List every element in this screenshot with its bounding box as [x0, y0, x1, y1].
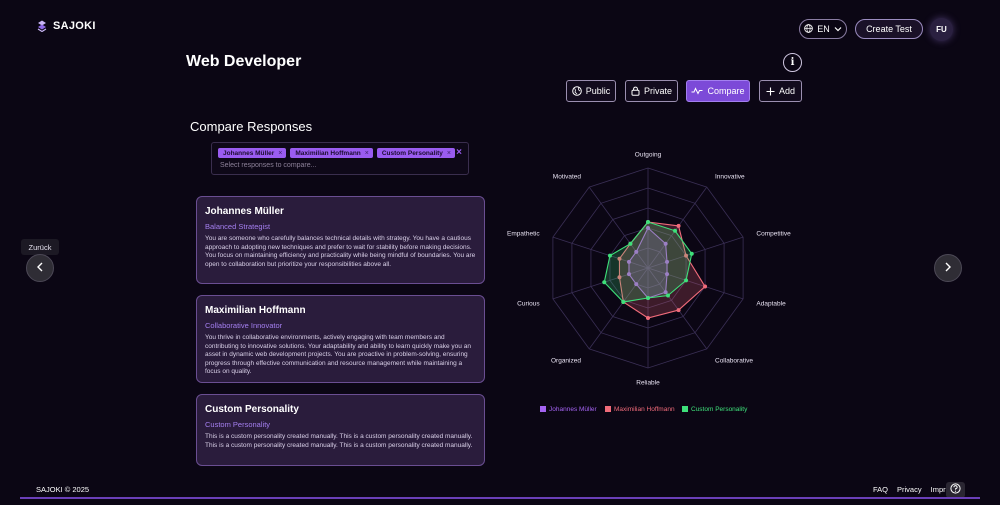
close-icon[interactable]: ×: [365, 150, 369, 157]
card-type: Collaborative Innovator: [205, 321, 283, 330]
chip[interactable]: Johannes Müller ×: [218, 148, 287, 158]
chip[interactable]: Maximilian Hoffmann ×: [290, 148, 373, 158]
radar-point: [676, 223, 681, 228]
compare-button[interactable]: Compare: [686, 80, 750, 102]
radar-point: [703, 284, 708, 289]
globe-icon: [571, 86, 582, 96]
legend-swatch: [682, 406, 688, 412]
radar-point: [684, 278, 689, 283]
response-card[interactable]: Maximilian Hoffmann Collaborative Innova…: [196, 295, 485, 383]
compare-multiselect[interactable]: Johannes Müller × Maximilian Hoffmann × Cu…: [211, 142, 469, 175]
legend-swatch: [540, 406, 546, 412]
radar-point: [607, 253, 612, 258]
lock-icon: [631, 86, 640, 96]
radar-point: [646, 296, 650, 300]
add-button[interactable]: Add: [759, 80, 802, 102]
page-title: Web Developer: [186, 53, 302, 70]
radar-axis-label: Motivated: [553, 173, 582, 180]
create-test-button[interactable]: Create Test: [855, 19, 923, 39]
chip-label: Custom Personality: [381, 149, 443, 157]
language-label: EN: [817, 24, 830, 34]
multiselect-placeholder: Select responses to compare...: [220, 162, 317, 169]
footer-link-faq[interactable]: FAQ: [873, 485, 888, 494]
card-name: Johannes Müller: [205, 206, 284, 217]
avatar[interactable]: FU: [930, 18, 953, 41]
radar-point: [676, 308, 681, 313]
card-description: You are someone who carefully balances t…: [205, 235, 476, 268]
chip[interactable]: Custom Personality ×: [376, 148, 455, 158]
footer-divider: [20, 497, 980, 499]
close-icon[interactable]: ×: [447, 150, 451, 157]
legend-swatch: [605, 406, 611, 412]
legend-label: Custom Personality: [691, 406, 748, 413]
chevron-down-icon: [834, 24, 842, 34]
radar-point: [646, 220, 650, 224]
radar-axis-label: Competitive: [756, 230, 791, 237]
footer-link-privacy[interactable]: Privacy: [897, 485, 922, 494]
card-description: This is a custom personality created man…: [205, 433, 473, 449]
radar-axis-label: Collaborative: [715, 358, 753, 365]
radar-point: [689, 251, 694, 256]
radar-point: [673, 228, 678, 233]
chevron-left-icon: [36, 259, 44, 277]
app-root: SAJOKI EN Create Test FU Web Developer i…: [0, 0, 1000, 505]
card-type: Custom Personality: [205, 420, 271, 429]
radar-axis-label: Organized: [551, 358, 581, 365]
info-icon[interactable]: i: [783, 53, 802, 72]
prev-tooltip: Zurück: [21, 239, 59, 255]
footer-links: FAQ Privacy Impri: [873, 485, 947, 494]
private-label: Private: [643, 86, 672, 96]
card-type: Balanced Strategist: [205, 222, 271, 231]
radar-chart: Outgoing Innovative Competitive Adaptable Co…: [507, 152, 791, 414]
radar-point: [646, 316, 650, 320]
response-card[interactable]: Custom Personality Custom Personality Th…: [196, 394, 485, 466]
public-button[interactable]: Public: [566, 80, 616, 102]
footer-link-imprint[interactable]: Impri: [931, 485, 948, 494]
radar-axis-label: Reliable: [636, 380, 660, 387]
legend-label: Johannes Müller: [549, 406, 598, 413]
radar-point: [621, 299, 626, 304]
close-icon[interactable]: ×: [278, 150, 282, 157]
card-name: Custom Personality: [205, 404, 299, 415]
language-selector[interactable]: EN: [799, 19, 847, 39]
card-name: Maximilian Hoffmann: [205, 305, 306, 316]
card-description: You thrive in collaborative environments…: [205, 334, 471, 375]
radar-axis-label: Adaptable: [756, 301, 786, 308]
plus-icon: [766, 87, 775, 96]
next-button[interactable]: [934, 254, 962, 282]
compare-title: Compare Responses: [190, 119, 313, 134]
compare-icon: [691, 87, 703, 95]
compare-label: Compare: [707, 86, 745, 96]
copyright: SAJOKI © 2025: [36, 485, 90, 494]
prev-button[interactable]: [26, 254, 54, 282]
selected-chips: Johannes Müller × Maximilian Hoffmann × Cu…: [218, 148, 455, 158]
radar-axis-label: Innovative: [715, 173, 745, 180]
radar-axis-label: Outgoing: [635, 152, 662, 159]
radar-point: [665, 293, 670, 298]
public-label: Public: [585, 86, 611, 96]
add-label: Add: [778, 86, 795, 96]
radar-point: [628, 241, 633, 246]
radar-axis-label: Empathetic: [507, 230, 540, 237]
response-card[interactable]: Johannes Müller Balanced Strategist You …: [196, 196, 485, 284]
help-button[interactable]: [946, 482, 965, 498]
private-button[interactable]: Private: [625, 80, 678, 102]
radar-axis-label: Curious: [517, 301, 540, 308]
radar-point: [602, 280, 607, 285]
logo-icon: [36, 20, 48, 32]
legend-label: Maximilian Hoffmann: [614, 406, 675, 413]
chip-label: Johannes Müller: [223, 149, 275, 157]
chip-label: Maximilian Hoffmann: [295, 149, 361, 157]
brand-logo[interactable]: SAJOKI: [36, 20, 96, 32]
brand-name: SAJOKI: [53, 20, 96, 32]
clear-all-icon[interactable]: ×: [456, 147, 462, 158]
chevron-right-icon: [944, 259, 952, 277]
globe-icon: [804, 23, 814, 35]
